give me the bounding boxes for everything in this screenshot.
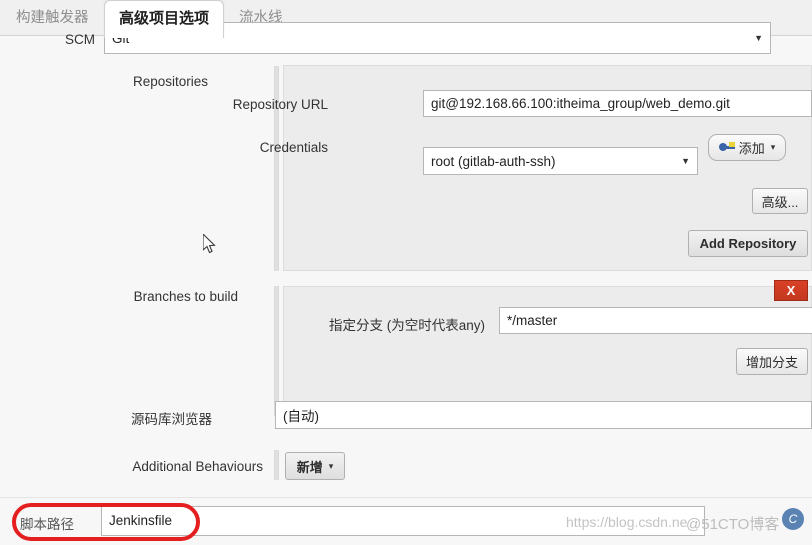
credentials-select[interactable]: root (gitlab-auth-ssh) ▼ [423, 147, 698, 175]
script-path-input[interactable]: Jenkinsfile [101, 506, 705, 536]
scm-configuration-form: SCM Git ▼ Repositories Repository URL gi… [0, 22, 812, 544]
add-credentials-button[interactable]: 添加 ▾ [708, 134, 786, 161]
repository-advanced-label: 高级... [761, 194, 799, 210]
branches-section-divider [274, 286, 279, 416]
additional-behaviours-add-button[interactable]: 新增 ▾ [285, 452, 345, 480]
credentials-label: Credentials [259, 140, 328, 155]
chevron-down-icon: ▾ [770, 142, 776, 152]
repository-url-input[interactable]: git@192.168.66.100:itheima_group/web_dem… [423, 90, 812, 117]
tab-advanced-project-options-label: 高级项目选项 [119, 10, 210, 27]
delete-branch-source-button[interactable]: X [774, 280, 808, 301]
chevron-down-icon: ▾ [328, 460, 334, 471]
add-credentials-label: 添加 [738, 141, 765, 156]
add-repository-button[interactable]: Add Repository [688, 230, 808, 257]
delete-branch-source-label: X [786, 283, 796, 298]
script-path-row: 脚本路径 Jenkinsfile [0, 497, 812, 545]
script-path-label: 脚本路径 [20, 517, 74, 532]
key-icon [718, 142, 735, 153]
add-branch-label: 增加分支 [745, 355, 798, 370]
scm-label: SCM [65, 32, 95, 47]
branches-panel [283, 286, 812, 416]
chevron-down-icon: ▼ [754, 32, 763, 43]
branch-specifier-input[interactable]: */master [499, 307, 812, 334]
branch-specifier-value: */master [507, 312, 558, 328]
tab-advanced-project-options[interactable]: 高级项目选项 [104, 0, 225, 38]
branch-specifier-label: 指定分支 (为空时代表any) [328, 318, 485, 333]
repository-advanced-button[interactable]: 高级... [752, 188, 808, 214]
add-repository-label: Add Repository [699, 236, 797, 251]
add-branch-button[interactable]: 增加分支 [736, 348, 808, 375]
additional-behaviours-divider [274, 450, 279, 480]
credentials-value: root (gitlab-auth-ssh) [431, 153, 556, 169]
repository-browser-value: (自动) [283, 409, 319, 424]
chevron-down-icon: ▼ [681, 155, 690, 166]
repository-browser-label: 源码库浏览器 [131, 412, 212, 427]
repository-browser-select[interactable]: (自动) [275, 401, 812, 429]
additional-behaviours-add-label: 新增 [296, 459, 323, 475]
script-path-value: Jenkinsfile [109, 513, 173, 529]
repository-url-value: git@192.168.66.100:itheima_group/web_dem… [431, 95, 730, 111]
repository-url-label: Repository URL [232, 97, 328, 112]
repositories-label: Repositories [132, 74, 208, 89]
additional-behaviours-label: Additional Behaviours [132, 459, 263, 474]
tab-build-triggers-label: 构建触发器 [16, 10, 89, 26]
branches-to-build-label: Branches to build [133, 289, 238, 304]
